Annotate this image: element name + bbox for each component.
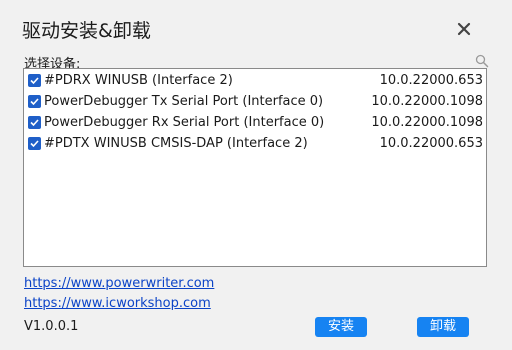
device-name: PowerDebugger Tx Serial Port (Interface … xyxy=(44,94,324,109)
list-item[interactable]: #PDTX WINUSB CMSIS-DAP (Interface 2) 10.… xyxy=(24,134,486,154)
checkbox[interactable] xyxy=(28,137,41,150)
list-item[interactable]: PowerDebugger Tx Serial Port (Interface … xyxy=(24,92,486,112)
list-item[interactable]: PowerDebugger Rx Serial Port (Interface … xyxy=(24,113,486,133)
uninstall-button[interactable]: 卸载 xyxy=(417,317,469,337)
checkbox[interactable] xyxy=(28,95,41,108)
powerwriter-link[interactable]: https://www.powerwriter.com xyxy=(24,276,214,291)
window-title: 驱动安装&卸载 xyxy=(22,20,151,42)
install-button[interactable]: 安装 xyxy=(315,317,367,337)
device-name: #PDRX WINUSB (Interface 2) xyxy=(44,73,233,88)
device-version: 10.0.22000.1098 xyxy=(371,115,483,130)
device-name: PowerDebugger Rx Serial Port (Interface … xyxy=(44,115,325,130)
device-version: 10.0.22000.1098 xyxy=(371,94,483,109)
device-version: 10.0.22000.653 xyxy=(379,73,483,88)
checkbox[interactable] xyxy=(28,116,41,129)
device-name: #PDTX WINUSB CMSIS-DAP (Interface 2) xyxy=(44,136,308,151)
version-label: V1.0.0.1 xyxy=(24,319,79,334)
close-icon[interactable] xyxy=(453,18,475,40)
checkbox[interactable] xyxy=(28,74,41,87)
device-list[interactable]: #PDRX WINUSB (Interface 2) 10.0.22000.65… xyxy=(23,68,487,267)
device-version: 10.0.22000.653 xyxy=(379,136,483,151)
icworkshop-link[interactable]: https://www.icworkshop.com xyxy=(24,296,211,311)
list-item[interactable]: #PDRX WINUSB (Interface 2) 10.0.22000.65… xyxy=(24,71,486,91)
search-icon[interactable] xyxy=(475,53,489,68)
